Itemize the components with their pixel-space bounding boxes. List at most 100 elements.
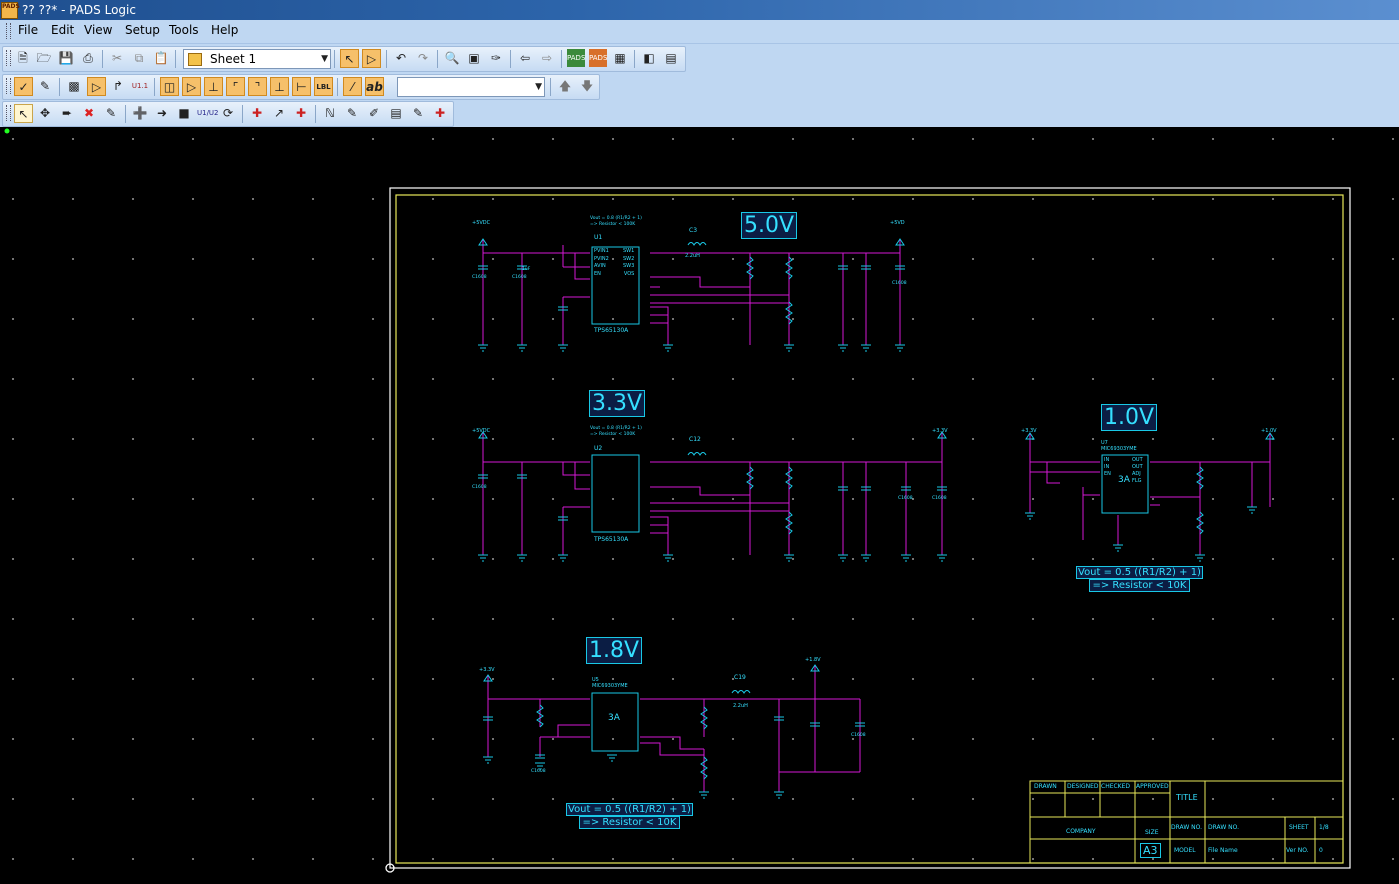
toolbar-grip[interactable] [6,105,11,121]
select-filter-icon[interactable]: ▷ [362,49,381,68]
size-label[interactable]: SIZE [1145,829,1158,836]
select-filter-options-icon[interactable]: ✎ [36,77,54,95]
title-drawn[interactable]: DRAWN [1034,783,1057,790]
net-5vdc-in-33v[interactable]: +5VDC [472,428,490,434]
formula-10v-text[interactable]: Vout = 0.5 ((R1/R2) + 1) [1076,566,1203,579]
net-18v-out[interactable]: +1.8V [805,657,821,663]
title-label[interactable]: TITLE [1176,793,1198,802]
toolbar-grip[interactable] [6,50,11,66]
print-icon[interactable]: ⎙ [79,49,97,67]
window-icon[interactable]: ▤ [662,49,680,67]
add-wire-icon[interactable]: ⌜ [226,77,245,96]
model-label[interactable]: MODEL [1174,847,1196,854]
select-mode-icon[interactable]: ↖ [340,49,359,68]
inductor-ref-c19[interactable]: C19 [734,674,746,681]
u7-part[interactable]: MIC69303YME [1101,446,1137,452]
drawno-label[interactable]: DRAW NO. [1171,824,1202,831]
open-folder-icon[interactable]: 🗁 [35,49,53,67]
zoom-icon[interactable]: 🔍 [443,49,461,67]
edit-component-icon[interactable]: ✎ [409,104,427,122]
add-part-icon[interactable]: ▩ [65,77,83,95]
inductor-ref-c3[interactable]: C3 [689,227,697,234]
formula-10v-limit[interactable]: => Resistor < 10K [1089,579,1190,592]
size-value[interactable]: A3 [1140,843,1161,858]
cap-label[interactable]: C1608 [472,275,487,280]
menu-tools[interactable]: Tools [169,23,199,37]
cap-label[interactable]: C1608 [932,496,947,501]
pads-layout-link-icon[interactable]: PADS [567,49,585,67]
cap-label[interactable]: C1608 [892,281,907,286]
chevron-down-icon[interactable]: ▼ [535,78,542,96]
add-gate-icon[interactable]: ▷ [87,77,106,96]
add-junction-icon[interactable]: ⊢ [292,77,311,96]
menu-help[interactable]: Help [211,23,238,37]
formula-18v-text[interactable]: Vout = 0.5 ((R1/R2) + 1) [566,803,693,816]
u5-part[interactable]: MIC69303YME [592,683,628,689]
menu-file[interactable]: File [18,23,38,37]
company-label[interactable]: COMPANY [1066,828,1096,835]
hierarchical-symbol-icon[interactable]: ◫ [160,77,179,96]
toolbar-grip[interactable] [6,78,11,94]
split-segment-icon[interactable]: ↗ [270,104,288,122]
select-pointer-icon[interactable]: ↖ [14,104,33,123]
add-segment-icon[interactable]: ✚ [292,104,310,122]
swap-gate-icon[interactable]: ➜ [153,104,171,122]
menu-edit[interactable]: Edit [51,23,74,37]
u2-ref[interactable]: U2 [594,445,602,452]
part-name-u1[interactable]: TPS65130A [594,327,628,334]
copy-move-icon[interactable]: ➨ [58,104,76,122]
previous-view-icon[interactable]: ⇦ [516,49,534,67]
edit-field-icon[interactable]: ▤ [387,104,405,122]
cut-icon[interactable]: ✂ [108,49,126,67]
menu-grip[interactable] [6,23,11,39]
save-icon[interactable]: 💾 [57,49,75,67]
file-name[interactable]: File Name [1208,847,1238,854]
part-name-u2[interactable]: TPS65130A [594,536,628,543]
arrow-down-icon[interactable]: 🡇 [578,77,596,95]
block-title-10v[interactable]: 1.0V [1101,404,1158,431]
ver-label[interactable]: Ver NO. [1286,847,1309,854]
design-filter-combo[interactable]: ▼ [397,77,545,97]
copy-icon[interactable]: ⧉ [130,49,148,67]
title-designed[interactable]: DESIGNED [1067,783,1099,790]
u1-ref[interactable]: U1 [594,234,602,241]
renumber-icon[interactable]: U1.1 [131,77,149,95]
redo-icon[interactable]: ↷ [414,49,432,67]
menu-setup[interactable]: Setup [125,23,160,37]
net-33v-in-18v[interactable]: +3.3V [479,667,495,673]
rotate-icon[interactable]: ⟳ [219,104,237,122]
net-5vdc-in[interactable]: +5VDC [472,220,490,226]
zoom-window-icon[interactable]: ▣ [465,49,483,67]
cap-label[interactable]: C1608 [531,769,546,774]
pads-router-link-icon[interactable]: PADS [589,49,607,67]
net-33v-out[interactable]: +3.3V [932,428,948,434]
menu-view[interactable]: View [84,23,112,37]
add-connection-icon[interactable]: ↱ [109,77,127,95]
filter-select-icon[interactable]: ✓ [14,77,33,96]
ver-value[interactable]: 0 [1319,847,1323,854]
add-net-label-icon[interactable]: LBL [314,77,333,96]
sheet-label[interactable]: SHEET [1289,824,1309,831]
drawno-label-2[interactable]: DRAW NO. [1208,824,1239,831]
redraw-icon[interactable]: ✑ [487,49,505,67]
new-icon[interactable]: 🗎 [14,49,32,67]
add-corner-icon[interactable]: ✚ [248,104,266,122]
edit-attribute-icon[interactable]: ✎ [343,104,361,122]
formula-18v-limit[interactable]: => Resistor < 10K [579,816,680,829]
inductor-ref-c12[interactable]: C12 [689,436,701,443]
block-title-33v[interactable]: 3.3V [589,390,646,417]
cap-label[interactable]: C1608 [472,485,487,490]
add-bus-entry-icon[interactable]: ⊥ [270,77,289,96]
sheet-value[interactable]: 1/8 [1319,824,1329,831]
edit-text-icon[interactable]: ℕ [321,104,339,122]
edit-label-icon[interactable]: ✐ [365,104,383,122]
arrow-up-icon[interactable]: 🡅 [556,77,574,95]
sheet-selector[interactable]: Sheet 1 ▼ [183,49,331,69]
cap-label[interactable]: C1608 [851,733,866,738]
library-icon[interactable]: ▦ [611,49,629,67]
off-page-icon[interactable]: ▷ [182,77,201,96]
delete-icon[interactable]: ✖ [80,104,98,122]
net-10v-out[interactable]: +1.0V [1261,428,1277,434]
move-icon[interactable]: ✥ [36,104,54,122]
undo-icon[interactable]: ↶ [392,49,410,67]
